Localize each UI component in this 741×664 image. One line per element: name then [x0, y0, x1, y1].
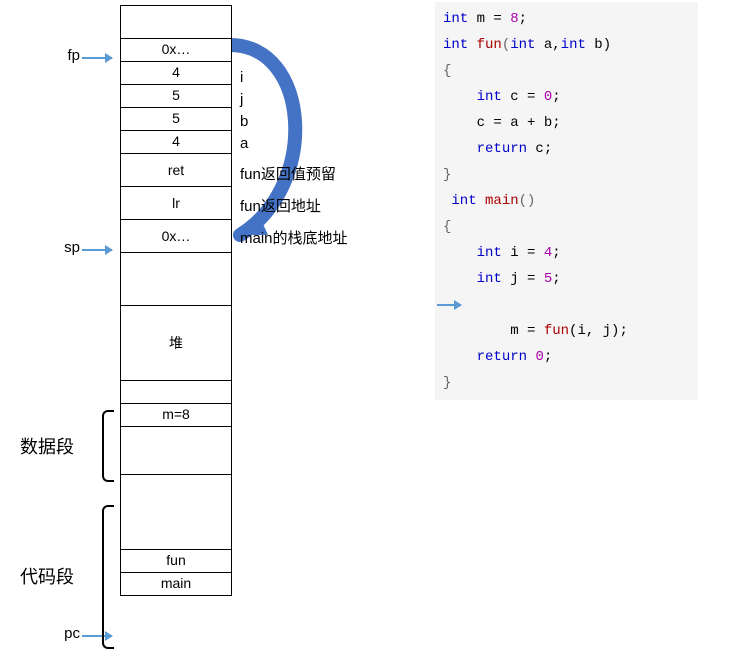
cell-fp-addr: 0x…: [121, 39, 231, 62]
code-panel: int m = 8; int fun(int a,int b) { int c …: [435, 2, 698, 400]
data-segment-label: 数据段: [20, 433, 74, 459]
code-line-12: m = fun(i, j);: [443, 292, 698, 344]
cell-m: m=8: [121, 404, 231, 427]
cell-b: 5: [121, 108, 231, 131]
code-line-2: int fun(int a,int b): [443, 32, 698, 58]
pc-label: pc: [10, 625, 80, 642]
memory-column: 0x… 4 5 5 4 ret lr 0x… 堆 m=8 fun main: [120, 5, 232, 596]
cell-top-empty: [121, 6, 231, 39]
code-line-3: {: [443, 58, 698, 84]
current-line-arrow-icon: [437, 304, 461, 306]
ann-i: i: [240, 69, 243, 86]
cell-code-gap: [121, 474, 231, 550]
cell-i: 4: [121, 62, 231, 85]
sp-arrow: [82, 249, 112, 251]
cell-fun: fun: [121, 550, 231, 573]
code-line-13: return 0;: [443, 344, 698, 370]
curve-arrow: [220, 35, 340, 255]
data-brace: [102, 410, 114, 482]
cell-main: main: [121, 573, 231, 595]
ann-a: a: [240, 135, 248, 152]
ann-mainfp: main的栈底地址: [240, 227, 348, 248]
cell-gap1: [121, 253, 231, 306]
cell-data-bot: [121, 427, 231, 449]
code-line-10: int i = 4;: [443, 240, 698, 266]
cell-a: 4: [121, 131, 231, 154]
code-line-4: int c = 0;: [443, 84, 698, 110]
sp-label: sp: [10, 239, 80, 256]
code-segment-label: 代码段: [20, 563, 74, 589]
code-line-7: }: [443, 162, 698, 188]
fp-arrow: [82, 57, 112, 59]
cell-main-fp: 0x…: [121, 220, 231, 253]
cell-j: 5: [121, 85, 231, 108]
code-line-6: return c;: [443, 136, 698, 162]
code-line-11: int j = 5;: [443, 266, 698, 292]
code-line-1: int m = 8;: [443, 6, 698, 32]
code-line-5: c = a + b;: [443, 110, 698, 136]
code-line-9: {: [443, 214, 698, 240]
cell-ret: ret: [121, 154, 231, 187]
cell-data-top: [121, 381, 231, 404]
cell-heap: 堆: [121, 306, 231, 381]
cell-lr: lr: [121, 187, 231, 220]
ann-j: j: [240, 91, 243, 108]
code-brace: [102, 505, 114, 649]
ann-lr: fun返回地址: [240, 195, 321, 216]
ann-ret: fun返回值预留: [240, 163, 336, 184]
code-line-14: }: [443, 370, 698, 396]
fp-label: fp: [10, 47, 80, 64]
ann-b: b: [240, 113, 248, 130]
code-line-8: int main(): [443, 188, 698, 214]
